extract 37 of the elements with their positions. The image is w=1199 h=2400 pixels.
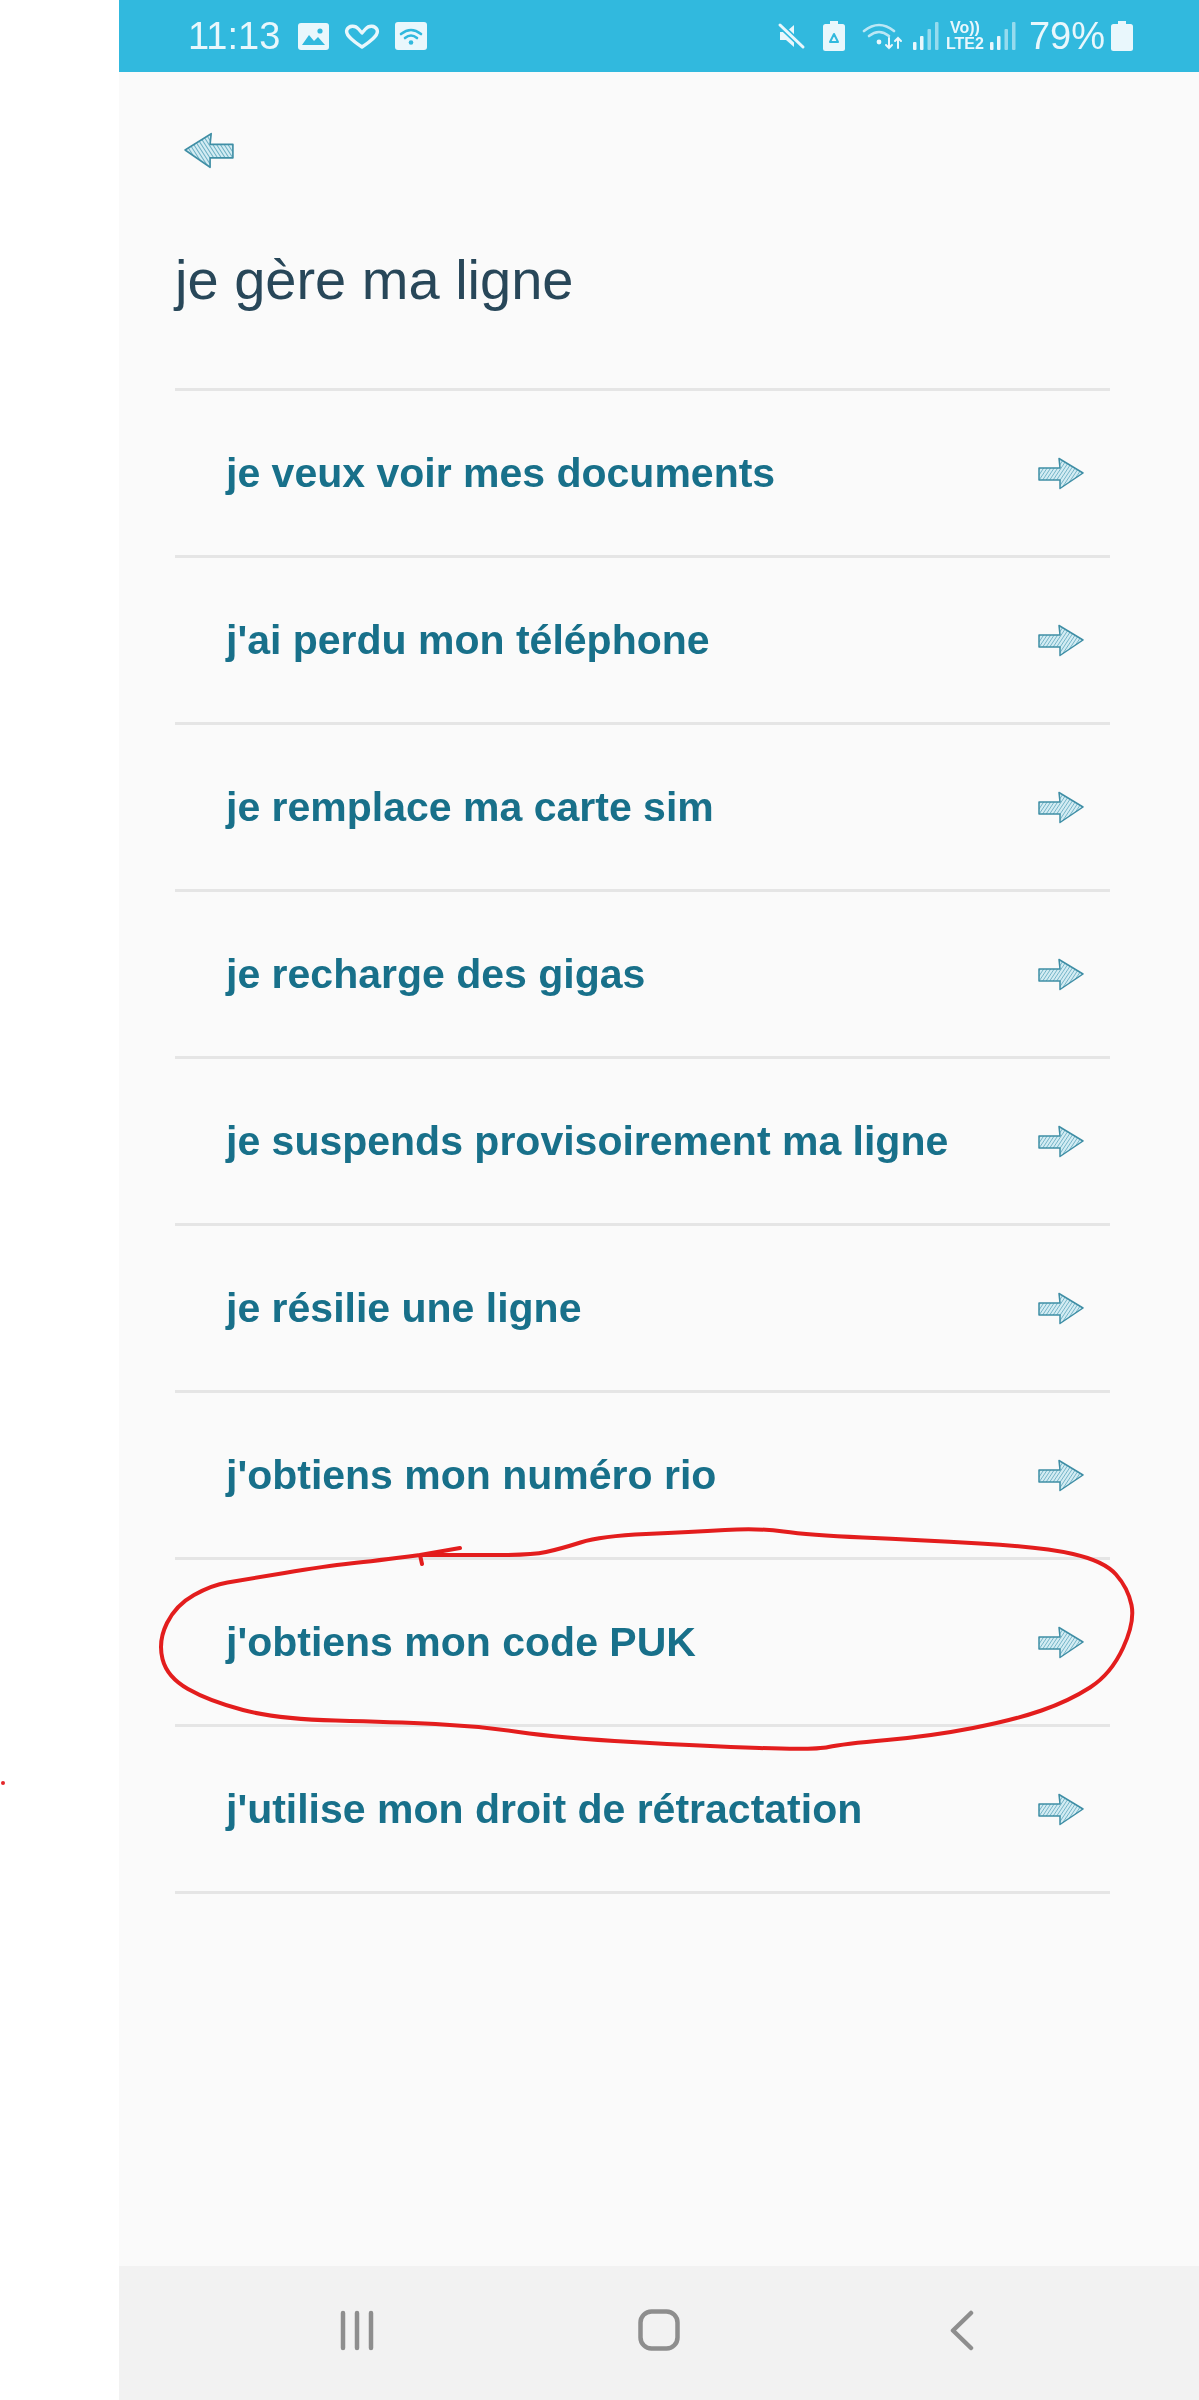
network-label: LTE2 [946,36,984,52]
battery-icon [1111,21,1133,51]
home-icon[interactable] [638,2309,680,2351]
menu-item[interactable]: j'obtiens mon numéro rio [175,1393,1110,1560]
battery-recycle-icon [823,21,845,51]
arrow-icon [1038,1124,1084,1158]
arrow-icon [1038,1625,1084,1659]
mute-icon [777,22,806,50]
menu-item[interactable]: je recharge des gigas [175,892,1110,1059]
signal-icon [912,22,940,50]
arrow-icon [1038,623,1084,657]
menu-item[interactable]: j'ai perdu mon téléphone [175,558,1110,725]
stray-dot-icon [1,1781,5,1785]
battery-percent: 79% [1028,14,1105,58]
arrow-icon [1038,1792,1084,1826]
menu-item[interactable]: je veux voir mes documents [175,391,1110,558]
wifi-icon [395,22,428,50]
menu-item[interactable]: j'obtiens mon code PUK [175,1560,1110,1727]
menu-item[interactable]: j'utilise mon droit de rétractation [175,1727,1110,1894]
arrow-icon [1038,790,1084,824]
back-arrow-icon[interactable] [184,132,234,169]
status-time: 11:13 [188,14,281,58]
arrow-icon [1038,957,1084,991]
page-title: je gère ma ligne [175,248,574,312]
image-icon [298,22,330,50]
wifi-data-icon [862,22,903,50]
arrow-icon [1038,456,1084,490]
arrow-icon [1038,1291,1084,1325]
arrow-icon [1038,1458,1084,1492]
recent-apps-icon[interactable] [340,2309,374,2351]
volte-label: Vo)) [950,20,980,36]
menu-item[interactable]: je remplace ma carte sim [175,725,1110,892]
signal-icon [988,22,1017,50]
back-icon[interactable] [948,2309,974,2351]
menu-item[interactable]: je suspends provisoirement ma ligne [175,1059,1110,1226]
heart-icon [343,22,382,50]
menu-item[interactable]: je résilie une ligne [175,1226,1110,1393]
